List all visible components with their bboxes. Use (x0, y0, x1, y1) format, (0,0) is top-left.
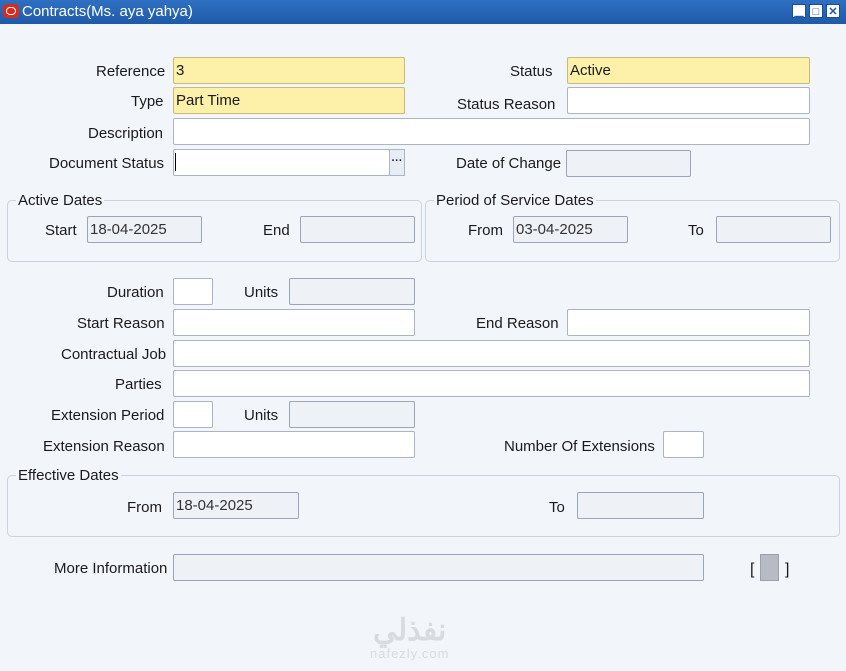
status-reason-label: Status Reason (457, 96, 556, 113)
status-reason-field[interactable] (567, 87, 810, 114)
extension-period-field[interactable] (173, 401, 213, 428)
flexfield-bracket-open: [ (750, 561, 755, 578)
watermark-latin-text: nafezly.com (370, 646, 450, 661)
description-field[interactable] (173, 118, 810, 145)
units-label: Units (244, 284, 279, 301)
more-information-label: More Information (54, 560, 168, 577)
active-start-label: Start (45, 222, 77, 239)
extension-period-label: Extension Period (51, 407, 165, 424)
date-of-change-label: Date of Change (456, 155, 562, 172)
type-label: Type (131, 93, 164, 110)
text-cursor (175, 153, 176, 171)
descriptive-flexfield-button[interactable] (760, 554, 779, 581)
service-from-label: From (468, 222, 503, 239)
watermark-arabic-text: نفذلي (372, 614, 447, 647)
extension-units-field[interactable] (289, 401, 415, 428)
reference-field[interactable]: 3 (173, 57, 405, 84)
minimize-icon[interactable]: ▁ (792, 4, 806, 18)
extension-reason-field[interactable] (173, 431, 415, 458)
service-dates-title: Period of Service Dates (434, 192, 596, 209)
status-field[interactable]: Active (567, 57, 810, 84)
effective-to-label: To (549, 499, 565, 516)
window-titlebar[interactable]: Contracts(Ms. aya yahya) ▁ □ ✕ (0, 0, 846, 24)
maximize-icon[interactable]: □ (809, 4, 823, 18)
type-field[interactable]: Part Time (173, 87, 405, 114)
service-from-field[interactable]: 03-04-2025 (513, 216, 628, 243)
end-reason-field[interactable] (567, 309, 810, 336)
close-icon[interactable]: ✕ (826, 4, 840, 18)
duration-label: Duration (107, 284, 164, 301)
service-to-field[interactable] (716, 216, 831, 243)
number-of-extensions-field[interactable] (663, 431, 704, 458)
effective-from-field[interactable]: 18-04-2025 (173, 492, 299, 519)
reference-label: Reference (96, 63, 166, 80)
oracle-logo-icon (3, 4, 19, 18)
status-label: Status (510, 63, 553, 80)
end-reason-label: End Reason (476, 315, 559, 332)
effective-from-label: From (127, 499, 162, 516)
watermark: نفذلي nafezly.com (370, 614, 450, 662)
duration-field[interactable] (173, 278, 213, 305)
effective-dates-title: Effective Dates (16, 467, 121, 484)
contractual-job-label: Contractual Job (61, 346, 167, 363)
service-to-label: To (688, 222, 704, 239)
units-field[interactable] (289, 278, 415, 305)
active-dates-title: Active Dates (16, 192, 105, 209)
document-status-field[interactable] (173, 149, 390, 176)
extension-reason-label: Extension Reason (43, 438, 165, 455)
list-of-values-button[interactable]: ··· (389, 149, 405, 176)
start-reason-label: Start Reason (77, 315, 165, 332)
start-reason-field[interactable] (173, 309, 415, 336)
flexfield-bracket-close: ] (785, 561, 790, 578)
extension-units-label: Units (244, 407, 279, 424)
window-title: Contracts(Ms. aya yahya) (22, 3, 193, 20)
active-start-field[interactable]: 18-04-2025 (87, 216, 202, 243)
date-of-change-field[interactable] (566, 150, 691, 177)
parties-label: Parties (115, 376, 162, 393)
contractual-job-field[interactable] (173, 340, 810, 367)
description-label: Description (88, 125, 164, 142)
parties-field[interactable] (173, 370, 810, 397)
active-end-field[interactable] (300, 216, 415, 243)
document-status-label: Document Status (49, 155, 165, 172)
effective-to-field[interactable] (577, 492, 704, 519)
more-information-field[interactable] (173, 554, 704, 581)
active-end-label: End (263, 222, 290, 239)
number-of-extensions-label: Number Of Extensions (504, 438, 655, 455)
